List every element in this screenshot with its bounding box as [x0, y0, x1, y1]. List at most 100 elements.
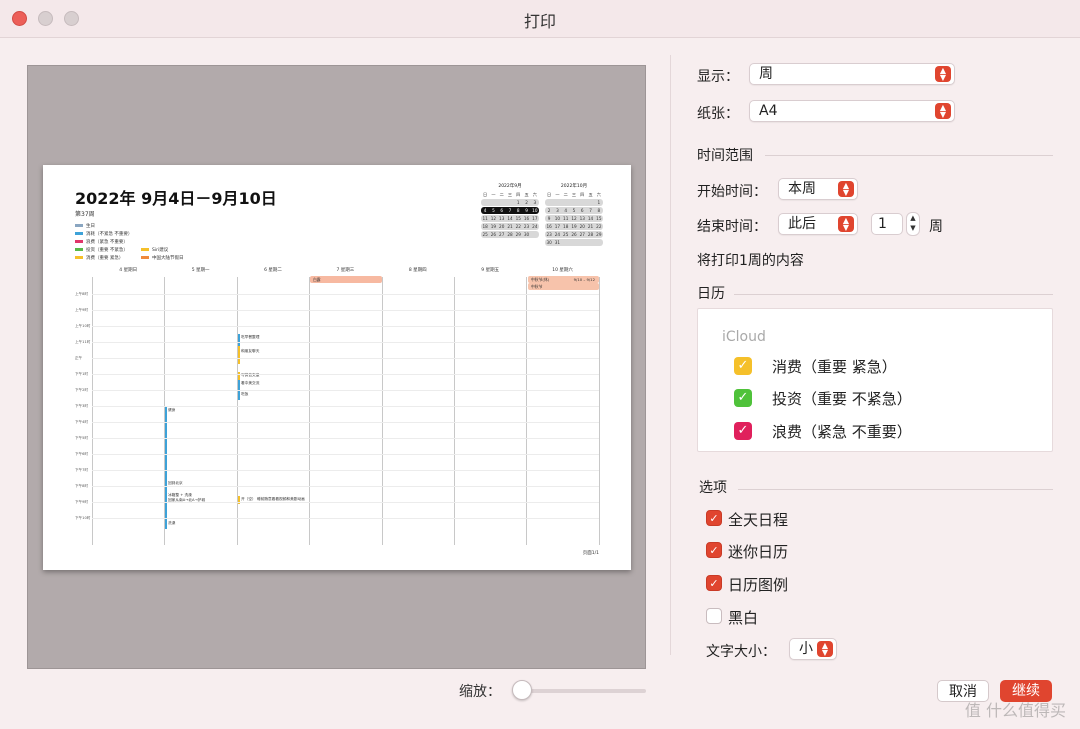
- event-label: 吃饭: [241, 392, 249, 396]
- grid-row-line: [92, 454, 599, 455]
- week-count-field[interactable]: 1: [871, 213, 903, 235]
- grid-row-line: [92, 390, 599, 391]
- zoom-slider-knob[interactable]: [512, 680, 532, 700]
- grid-row-line: [92, 502, 599, 503]
- display-select[interactable]: 周 ▲ ▼: [749, 63, 955, 85]
- mini-calendar-row: 1: [545, 199, 603, 206]
- day-header: 4 星期日: [119, 268, 138, 273]
- time-label: 上午10时: [75, 324, 91, 328]
- day-header: 10 星期六: [552, 268, 573, 273]
- checkbox-icon[interactable]: ✓: [734, 357, 752, 375]
- checkbox-icon[interactable]: [706, 608, 722, 624]
- options-heading: 选项: [699, 480, 727, 496]
- zoom-slider[interactable]: [513, 689, 646, 693]
- paper-label: 纸张：: [697, 106, 739, 122]
- time-label: 下午1时: [75, 372, 89, 376]
- grid-column-line: [309, 277, 311, 545]
- time-label: 上午11时: [75, 340, 91, 344]
- print-summary: 将打印1周的内容: [697, 253, 804, 269]
- calendar-list: iCloud ✓ 消费（重要 紧急） ✓ 投资（重要 不紧急） ✓ 浪费（紧急 …: [697, 308, 1053, 452]
- legend-item: 消耗（不紧急 不重要）: [75, 231, 132, 237]
- grid-row-line: [92, 438, 599, 439]
- section-divider: [738, 489, 1053, 490]
- title-bar: 打印: [0, 0, 1080, 38]
- mini-calendar-row: 23 24 25 26 27 28 29: [545, 231, 603, 238]
- grid-column-line: [526, 277, 528, 545]
- allday-event: 中秋节: [528, 283, 599, 290]
- grid-row-line: [92, 342, 599, 343]
- event-bar: [238, 346, 240, 364]
- paper-select[interactable]: A4 ▲ ▼: [749, 100, 955, 122]
- grid-row-line: [92, 310, 599, 311]
- font-size-select[interactable]: 小 ▲ ▼: [789, 638, 837, 660]
- legend-item: 浪费（紧急 不重要）: [75, 239, 128, 245]
- start-time-select[interactable]: 本周 ▲ ▼: [778, 178, 858, 200]
- mini-calendar-row: 日一二三四五六: [483, 192, 537, 197]
- checkbox-icon[interactable]: ✓: [734, 389, 752, 407]
- grid-row-line: [92, 294, 599, 295]
- zoom-label: 缩放：: [459, 684, 501, 700]
- time-label: 上午9时: [75, 308, 89, 312]
- grid-row-line: [92, 326, 599, 327]
- grid-column-line: [236, 277, 238, 545]
- day-header: 7 星期三: [336, 268, 355, 273]
- time-label: 下午7时: [75, 468, 89, 472]
- event-bar: [238, 334, 240, 346]
- mini-calendar-row: 9 10 11 12 13 14 15: [545, 215, 603, 222]
- event-label: 吃早餐整理: [241, 335, 260, 339]
- chevron-updown-icon: ▲ ▼: [817, 641, 833, 657]
- start-time-label: 开始时间：: [697, 184, 767, 200]
- font-size-label: 文字大小：: [706, 644, 776, 660]
- preview-page: 2022年 9月4日－9月10日 第37周 生日 消耗（不紧急 不重要） 浪费（…: [43, 165, 631, 570]
- time-label: 下午5时: [75, 436, 89, 440]
- event-label: 和朋友聊天: [241, 349, 260, 353]
- mini-calendar-row: 18 19 20 21 22 23 24: [481, 223, 539, 230]
- week-unit-label: 周: [929, 219, 943, 235]
- mini-calendar-row: 30 31: [545, 239, 603, 246]
- grid-row-line: [92, 486, 599, 487]
- calendar-heading: 日历: [697, 286, 725, 302]
- mini-calendar-row: 11 12 13 14 15 16 17: [481, 215, 539, 222]
- allday-event: 中秋节(休) 9/10 – 9/12: [528, 276, 599, 283]
- watermark: 值 什么值得买: [964, 701, 1066, 720]
- event-label: 健身: [168, 408, 176, 412]
- time-label: 下午4时: [75, 420, 89, 424]
- checkbox-icon[interactable]: ✓: [706, 542, 722, 558]
- display-label: 显示：: [697, 69, 739, 85]
- end-time-select[interactable]: 此后 ▲ ▼: [778, 213, 858, 235]
- event-bar: [238, 380, 240, 390]
- time-label: 正午: [75, 356, 83, 360]
- window-title: 打印: [523, 12, 556, 31]
- section-divider: [765, 155, 1053, 156]
- end-time-label: 结束时间：: [697, 219, 767, 235]
- grid-column-line: [381, 277, 383, 545]
- checkbox-icon[interactable]: ✓: [706, 510, 722, 526]
- grid-row-line: [92, 470, 599, 471]
- week-grid: 白露 中秋节(休) 9/10 – 9/12 中秋节 吃早餐整理 和朋友聊天 写微信…: [75, 267, 600, 545]
- grid-column-line: [164, 277, 166, 545]
- event-bar: [238, 390, 240, 400]
- legend-item: 生日: [75, 223, 95, 229]
- mini-calendar-september: 2022年9月 日一二三四五六 1 2 3 4 5 6 7 8 9 10 11 12 13 14 15 16 17…: [481, 184, 539, 238]
- mini-calendar-row: 4 5 6 7 8 9 10: [481, 207, 539, 214]
- day-header: 8 星期四: [408, 268, 427, 273]
- time-label: 下午10时: [75, 516, 91, 520]
- chevron-updown-icon: ▲ ▼: [838, 181, 854, 197]
- mini-calendar-row: 16 17 18 19 20 21 22: [545, 223, 603, 230]
- time-label: 下午3时: [75, 404, 89, 408]
- checkbox-icon[interactable]: ✓: [734, 422, 752, 440]
- grid-row-line: [92, 406, 599, 407]
- chevron-updown-icon: ▲ ▼: [935, 66, 951, 82]
- time-label: 上午8时: [75, 292, 89, 296]
- week-count-stepper[interactable]: ▲ ▼: [906, 212, 920, 236]
- grid-column-line: [92, 277, 93, 545]
- mini-calendar-row: 25 26 27 28 29 30: [481, 231, 539, 238]
- preview-week: 第37周: [75, 211, 95, 218]
- legend-item: 投资（重要 不紧急）: [75, 247, 128, 253]
- grid-row-line: [92, 518, 599, 519]
- grid-column-line: [454, 277, 455, 545]
- account-label: iCloud: [722, 329, 766, 345]
- event-label: 看中美交流: [241, 381, 260, 385]
- time-label: 下午6时: [75, 452, 89, 456]
- checkbox-icon[interactable]: ✓: [706, 575, 722, 591]
